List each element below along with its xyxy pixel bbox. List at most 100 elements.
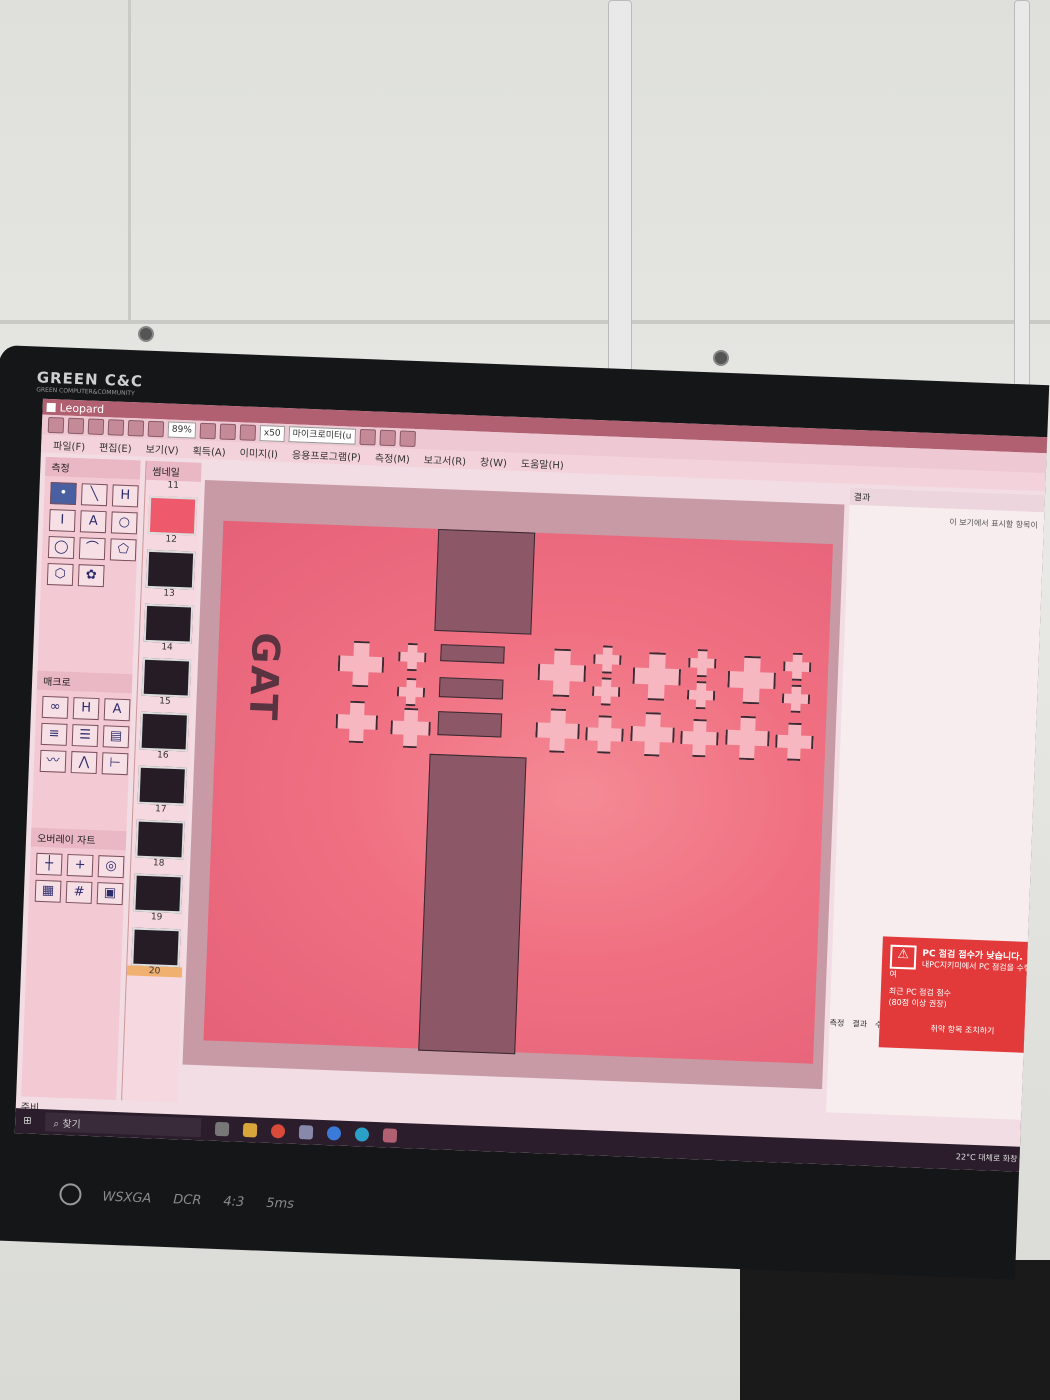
step-macro-icon[interactable]: ⊢ — [101, 752, 129, 776]
image-viewer[interactable]: GAT — [182, 479, 845, 1090]
layers-icon[interactable] — [359, 428, 376, 446]
image-cross-mark — [593, 645, 622, 674]
menu-report[interactable]: 보고서(R) — [424, 451, 467, 468]
color-icon[interactable] — [399, 430, 416, 448]
menu-view[interactable]: 보기(V) — [145, 440, 179, 456]
wall-screw — [713, 350, 729, 366]
point-tool-icon[interactable]: • — [49, 482, 77, 506]
open-icon[interactable] — [47, 416, 65, 434]
thumbnail-image[interactable] — [136, 765, 187, 806]
pen-icon[interactable] — [379, 429, 396, 447]
angle-tool-icon[interactable]: A — [79, 510, 107, 534]
fit-icon[interactable] — [219, 423, 237, 441]
list-macro-icon[interactable]: ≡ — [40, 722, 68, 746]
app-title: Leopard — [59, 400, 105, 416]
task-view-icon[interactable] — [215, 1121, 230, 1136]
image-cross-mark — [537, 648, 587, 698]
print-icon[interactable] — [87, 418, 105, 436]
objective-select[interactable]: x50 — [259, 425, 285, 442]
menu-acquire[interactable]: 획득(A) — [192, 442, 226, 458]
arc-tool-icon[interactable]: ⌒ — [78, 537, 106, 561]
thumbnail-image[interactable] — [132, 873, 183, 914]
menu-window[interactable]: 창(W) — [480, 453, 507, 469]
image-vertical-strip-top — [434, 528, 536, 635]
circle-tool-icon[interactable]: ○ — [110, 511, 138, 535]
grid-macro-icon[interactable]: ☰ — [71, 724, 99, 748]
vertical-caliper-icon[interactable]: I — [48, 509, 76, 533]
freehand-tool-icon[interactable]: ✿ — [77, 564, 105, 588]
a-macro-icon[interactable]: A — [103, 698, 131, 722]
horizontal-caliper-icon[interactable]: H — [111, 484, 139, 508]
alert-action-button[interactable]: 취약 항목 조치하기 — [887, 1022, 1037, 1039]
image-cross-mark — [680, 718, 719, 757]
save-icon[interactable] — [67, 417, 85, 435]
crosshair-overlay-icon[interactable]: ┼ — [35, 852, 63, 876]
image-gat-label: GAT — [240, 631, 289, 723]
tool-panel: 측정 • ╲ H I A ○ ◯ ⌒ ⬠ ⬡ ✿ 매크로 ∞ H A ≡ ☰ ▤… — [21, 456, 141, 1101]
thumbnail-image[interactable] — [147, 495, 197, 536]
image-cross-mark — [783, 652, 812, 681]
pc-check-alert[interactable]: ⚠ PC 점검 점수가 낮습니다. 내PC지키미에서 PC 점검을 수행하여 최… — [878, 936, 1048, 1054]
edge-icon[interactable] — [355, 1126, 370, 1142]
image-cross-mark — [781, 684, 810, 713]
ellipse-tool-icon[interactable]: ◯ — [47, 536, 75, 559]
record-icon[interactable] — [127, 419, 145, 437]
chrome-icon[interactable] — [271, 1123, 286, 1139]
thumbnail-image[interactable] — [141, 657, 191, 698]
image-cross-mark — [335, 700, 379, 744]
wall-cable — [608, 0, 632, 382]
zoom-in-icon[interactable] — [147, 420, 165, 438]
thumbnail-image[interactable] — [145, 549, 195, 590]
file-explorer-icon[interactable] — [243, 1122, 258, 1137]
hexagon-tool-icon[interactable]: ⬡ — [46, 562, 74, 586]
menu-help[interactable]: 도움말(H) — [521, 455, 564, 472]
target-overlay-icon[interactable]: ◎ — [97, 855, 125, 879]
play-icon[interactable] — [107, 419, 125, 436]
wall-screw — [138, 326, 154, 342]
thumbnail-image[interactable] — [143, 603, 193, 644]
taskbar-search[interactable]: ⌕ 찾기 — [45, 1112, 202, 1138]
scale-overlay-icon[interactable]: ▦ — [34, 879, 62, 903]
wave-macro-icon[interactable]: 〰 — [39, 749, 67, 773]
table-macro-icon[interactable]: ▤ — [102, 725, 130, 749]
power-button-icon[interactable] — [59, 1182, 82, 1206]
mountain-macro-icon[interactable]: ⋀ — [70, 751, 98, 775]
windows-start-icon[interactable]: ⊞ — [23, 1115, 32, 1126]
pan-icon[interactable] — [239, 424, 257, 441]
h-macro-icon[interactable]: H — [72, 697, 100, 721]
polygon-tool-icon[interactable]: ⬠ — [109, 538, 137, 562]
thumbnail-image[interactable] — [134, 819, 185, 860]
microscope-image[interactable]: GAT — [203, 520, 833, 1064]
internet-explorer-icon[interactable] — [327, 1125, 342, 1141]
line-tool-icon[interactable]: ╲ — [80, 483, 108, 507]
menu-file[interactable]: 파일(F) — [53, 437, 86, 453]
thumbnail-number: 18 — [152, 858, 165, 869]
tab-measure[interactable]: 측정 — [829, 1017, 844, 1029]
frame-overlay-icon[interactable]: ▣ — [96, 882, 124, 906]
menu-image[interactable]: 이미지(I) — [239, 444, 278, 460]
image-horizontal-pattern — [440, 644, 505, 664]
thumbnail-number: 17 — [154, 804, 167, 815]
monitor-stand — [740, 1260, 1050, 1400]
menu-edit[interactable]: 편집(E) — [99, 438, 132, 454]
plus-overlay-icon[interactable]: + — [66, 853, 94, 877]
unit-select[interactable]: 마이크로미터(u — [288, 426, 356, 445]
wall-panel-seam — [0, 320, 1050, 324]
warning-icon: ⚠ — [889, 944, 917, 970]
menu-measure[interactable]: 측정(M) — [375, 449, 410, 465]
image-cross-mark — [725, 715, 771, 761]
leopard-task-icon[interactable] — [383, 1127, 398, 1143]
zoom-out-icon[interactable] — [199, 422, 217, 440]
app-icon[interactable] — [299, 1124, 314, 1140]
spec-dcr: DCR — [173, 1192, 202, 1209]
overlay-tools: ┼ + ◎ ▦ # ▣ — [28, 847, 125, 912]
menu-applications[interactable]: 응용프로그램(P) — [292, 446, 362, 464]
tab-result[interactable]: 결과 — [852, 1018, 867, 1030]
thumbnail-image[interactable] — [130, 927, 181, 968]
grid-overlay-icon[interactable]: # — [65, 880, 93, 904]
zoom-select[interactable]: 89% — [167, 421, 197, 439]
wall-cable — [1014, 0, 1030, 392]
weather-status[interactable]: 22°C 대체로 화창 — [956, 1151, 1018, 1164]
thumbnail-image[interactable] — [139, 711, 189, 752]
chain-macro-icon[interactable]: ∞ — [41, 695, 69, 719]
